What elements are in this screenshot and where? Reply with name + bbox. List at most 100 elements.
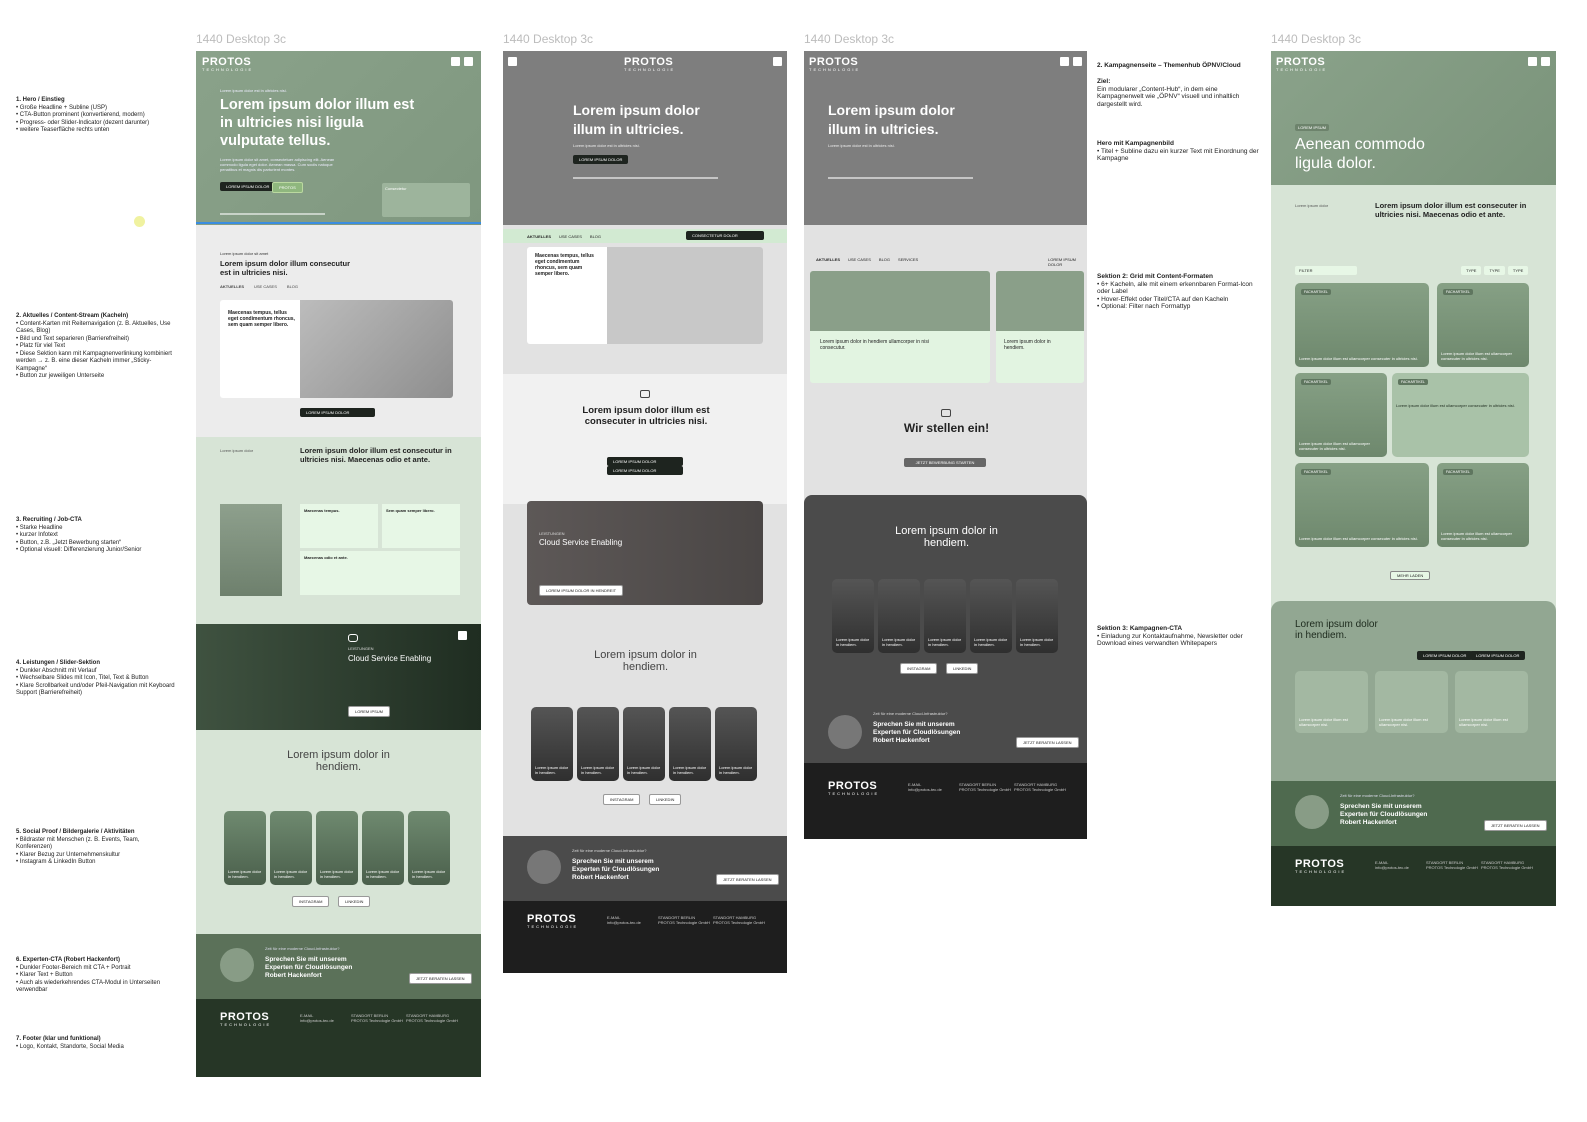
gallery-tile[interactable]: Lorem ipsum dolor in hendiem. xyxy=(316,811,358,885)
f1-selection-box xyxy=(196,51,481,224)
f3-recruit-button[interactable]: JETZT BEWERBUNG STARTEN xyxy=(904,458,986,467)
gallery-tile[interactable]: Lorem ipsum dolor in hendiem. xyxy=(408,811,450,885)
f2-logo[interactable]: PROTOS TECHNOLOGIE xyxy=(624,56,675,72)
gallery-tile[interactable]: Lorem ipsum dolor in hendiem. xyxy=(970,579,1012,653)
gallery-tile[interactable]: Lorem ipsum dolor in hendiem. xyxy=(878,579,920,653)
f1-expert-button[interactable]: JETZT BERATEN LASSEN xyxy=(409,973,472,984)
content-tile[interactable]: FACHARTIKEL Lorem ipsum dolor illum est u… xyxy=(1295,373,1387,457)
f2-instagram-button[interactable]: INSTAGRAM xyxy=(603,794,641,805)
gallery-tile[interactable]: Lorem ipsum dolor in hendiem. xyxy=(832,579,874,653)
campaign-tile[interactable]: Lorem ipsum dolor illum est ullamcorper … xyxy=(1455,671,1528,733)
gallery-tile[interactable]: Lorem ipsum dolor in hendiem. xyxy=(531,707,573,781)
gallery-tile[interactable]: Lorem ipsum dolor in hendiem. xyxy=(1016,579,1058,653)
f4-menu-icon[interactable] xyxy=(1541,57,1550,66)
tab-aktuelles[interactable]: AKTUELLES xyxy=(220,284,244,289)
note-item: Einladung zur Kontaktaufnahme, Newslette… xyxy=(1097,633,1262,648)
f3-expert-button[interactable]: JETZT BERATEN LASSEN xyxy=(1016,737,1079,748)
f2-hero-button[interactable]: LOREM IPSUM DOLOR xyxy=(573,155,629,164)
filter-chip[interactable]: TYPE xyxy=(1484,266,1505,275)
f2-news-card[interactable]: Maecenas tempus, tellus eget condimentum… xyxy=(527,247,763,344)
content-tile[interactable]: FACHARTIKEL Lorem ipsum dolor illum est u… xyxy=(1437,283,1529,367)
f3-menu-icon[interactable] xyxy=(1073,57,1082,66)
f1-recruit-box-1[interactable]: Maecenas tempus. xyxy=(300,504,378,548)
f2-tab-bar-button[interactable]: CONSECTETUR DOLOR xyxy=(686,231,764,240)
f4-filter-select[interactable]: FILTER xyxy=(1295,266,1357,275)
f2-hero-progress xyxy=(573,177,718,179)
gallery-tile-text: Lorem ipsum dolor in hendiem. xyxy=(581,765,615,775)
gallery-tile-text: Lorem ipsum dolor in hendiem. xyxy=(719,765,753,775)
note-item: Instagram & LinkedIn Button xyxy=(16,859,176,867)
f2-expert-button[interactable]: JETZT BERATEN LASSEN xyxy=(716,874,779,885)
f2-services-button[interactable]: LOREM IPSUM DOLOR IN HENDREIT xyxy=(539,585,624,596)
filter-chip[interactable]: TYPE xyxy=(1461,266,1482,275)
f2-menu-icon[interactable] xyxy=(773,57,782,66)
f1-recruit-box-3[interactable]: Maecenas odio et ante. xyxy=(300,551,460,595)
f3-logo[interactable]: PROTOS TECHNOLOGIE xyxy=(809,56,860,72)
f2-footer-logo[interactable]: PROTOS TECHNOLOGIE xyxy=(527,913,578,929)
tab-services[interactable]: SERVICES xyxy=(898,257,918,262)
f2-linkedin-button[interactable]: LINKEDIN xyxy=(649,794,682,805)
tab-use-cases[interactable]: USE CASES xyxy=(254,284,277,289)
f2-section-3-button-2[interactable]: LOREM IPSUM DOLOR xyxy=(607,466,683,475)
tab-blog[interactable]: BLOG xyxy=(879,257,890,262)
content-tile[interactable]: FACHARTIKEL Lorem ipsum dolor illum est u… xyxy=(1437,463,1529,547)
gallery-tile[interactable]: Lorem ipsum dolor in hendiem. xyxy=(715,707,757,781)
note-item: Button, z.B. „Jetzt Bewerbung starten“ xyxy=(16,540,176,548)
gallery-tile[interactable]: Lorem ipsum dolor in hendiem. xyxy=(924,579,966,653)
f2-section-3-button-1[interactable]: LOREM IPSUM DOLOR xyxy=(607,457,683,466)
f3-card-1[interactable]: Lorem ipsum dolor in hendiem ullamcorper… xyxy=(810,271,990,383)
f4-load-more-button[interactable]: MEHR LADEN xyxy=(1390,571,1431,580)
f1-slider-next-icon[interactable] xyxy=(458,631,467,640)
tab-blog[interactable]: BLOG xyxy=(287,284,298,289)
f4-campaign-cta-button-1[interactable]: LOREM IPSUM DOLOR xyxy=(1417,651,1473,660)
frame-4-campaign-page: PROTOS TECHNOLOGIE LOREM IPSUM Aenean com… xyxy=(1271,51,1556,906)
f3-expert-avatar xyxy=(828,715,862,749)
content-tile[interactable]: FACHARTIKEL Lorem ipsum dolor illum est u… xyxy=(1295,283,1429,367)
note-item: Content-Karten mit Reiternavigation (z. … xyxy=(16,321,176,336)
tab-blog[interactable]: BLOG xyxy=(590,234,601,239)
gallery-tile-text: Lorem ipsum dolor in hendiem. xyxy=(228,869,262,879)
campaign-tile-text: Lorem ipsum dolor illum est ullamcorper … xyxy=(1299,717,1348,727)
f4-footer-logo[interactable]: PROTOS TECHNOLOGIE xyxy=(1295,858,1346,874)
left-note-3: 3. Recruiting / Job-CTAStarke Headlineku… xyxy=(16,517,176,555)
f3-tabs-right-link[interactable]: LOREM IPSUM DOLOR xyxy=(1048,257,1087,267)
gallery-tile[interactable]: Lorem ipsum dolor in hendiem. xyxy=(623,707,665,781)
content-tile[interactable]: FACHARTIKEL Lorem ipsum dolor illum est u… xyxy=(1295,463,1429,547)
filter-chip[interactable]: TYPE xyxy=(1507,266,1529,275)
gallery-tile[interactable]: Lorem ipsum dolor in hendiem. xyxy=(669,707,711,781)
gallery-tile-text: Lorem ipsum dolor in hendiem. xyxy=(320,869,354,879)
f1-services-button[interactable]: LOREM IPSUM xyxy=(348,706,391,717)
campaign-tile[interactable]: Lorem ipsum dolor illum est ullamcorper … xyxy=(1295,671,1368,733)
f1-linkedin-button[interactable]: LINKEDIN xyxy=(338,896,371,907)
tab-aktuelles[interactable]: AKTUELLES xyxy=(527,234,551,239)
tab-use-cases[interactable]: USE CASES xyxy=(848,257,871,262)
f4-search-icon[interactable] xyxy=(1528,57,1537,66)
content-tile-text: Lorem ipsum dolor illum est ullamcorper … xyxy=(1441,531,1512,541)
f4-expert-button[interactable]: JETZT BERATEN LASSEN xyxy=(1484,820,1547,831)
f1-recruit-box-2[interactable]: Sem quam semper libero. xyxy=(382,504,460,548)
f4-campaign-cta-button-2[interactable]: LOREM IPSUM DOLOR xyxy=(1470,651,1526,660)
f1-news-card[interactable]: Maecenas tempus, tellus eget condimentum… xyxy=(220,300,453,398)
f2-services-heading: Cloud Service Enabling xyxy=(539,538,623,547)
f1-instagram-button[interactable]: INSTAGRAM xyxy=(292,896,330,907)
tab-use-cases[interactable]: USE CASES xyxy=(559,234,582,239)
gallery-tile[interactable]: Lorem ipsum dolor in hendiem. xyxy=(362,811,404,885)
gallery-tile[interactable]: Lorem ipsum dolor in hendiem. xyxy=(577,707,619,781)
content-tile[interactable]: FACHARTIKEL Lorem ipsum dolor illum est u… xyxy=(1392,373,1529,457)
f3-footer-col-3: STANDORT HAMBURG PROTOS Technologie GmbH xyxy=(1014,782,1066,792)
campaign-tile[interactable]: Lorem ipsum dolor illum est ullamcorper … xyxy=(1375,671,1448,733)
f3-search-icon[interactable] xyxy=(1060,57,1069,66)
f1-news-button[interactable]: LOREM IPSUM DOLOR xyxy=(300,408,375,417)
f1-footer-logo[interactable]: PROTOS TECHNOLOGIE xyxy=(220,1011,271,1027)
f3-instagram-button[interactable]: INSTAGRAM xyxy=(900,663,938,674)
f3-briefcase-icon xyxy=(941,409,951,417)
f3-linkedin-button[interactable]: LINKEDIN xyxy=(946,663,979,674)
frame-1-homepage: PROTOS TECHNOLOGIE Lorem ipsum dolor est … xyxy=(196,51,481,1077)
gallery-tile[interactable]: Lorem ipsum dolor in hendiem. xyxy=(270,811,312,885)
f3-card-2[interactable]: Lorem ipsum dolor in hendiem. xyxy=(996,271,1084,383)
f2-search-icon[interactable] xyxy=(508,57,517,66)
gallery-tile[interactable]: Lorem ipsum dolor in hendiem. xyxy=(224,811,266,885)
f3-footer-logo[interactable]: PROTOS TECHNOLOGIE xyxy=(828,780,879,796)
f4-logo[interactable]: PROTOS TECHNOLOGIE xyxy=(1276,56,1327,72)
tab-aktuelles[interactable]: AKTUELLES xyxy=(816,257,840,262)
